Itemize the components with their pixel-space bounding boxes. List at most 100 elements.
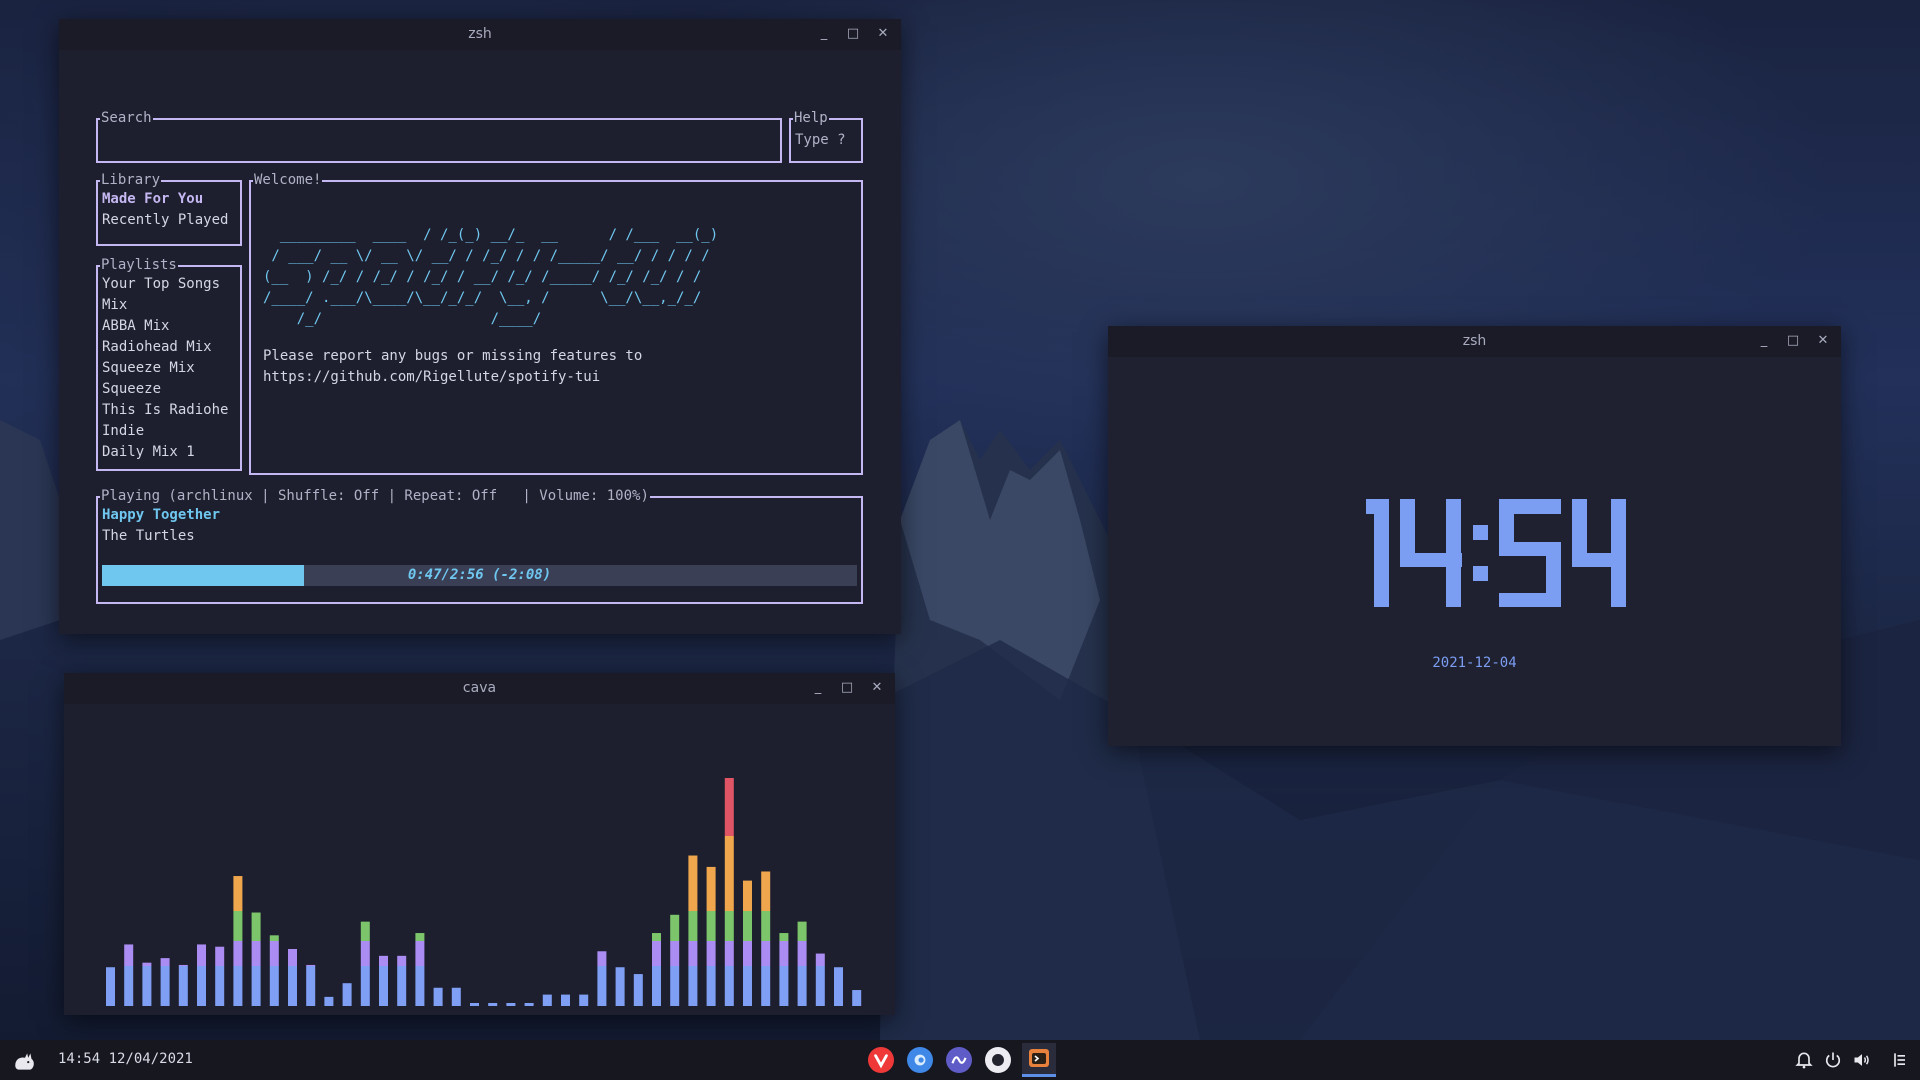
visualizer-bar: [542, 994, 552, 1006]
search-box[interactable]: Search: [96, 110, 782, 163]
app-purple-icon[interactable]: [946, 1047, 972, 1073]
visualizer-bar: [633, 974, 643, 1006]
visualizer-bar: [797, 921, 807, 1006]
progress-time: 0:47/2:56 (-2:08): [407, 567, 552, 583]
visualizer-bar: [761, 871, 771, 1006]
close-button[interactable]: ✕: [1812, 330, 1834, 352]
playlist-item[interactable]: ABBA Mix: [102, 316, 169, 337]
visualizer-bar: [688, 855, 698, 1006]
clock-time: [1366, 499, 1626, 607]
vivaldi-icon[interactable]: [868, 1047, 894, 1073]
visualizer-bar: [160, 958, 170, 1006]
visualizer-bar: [506, 1003, 516, 1006]
visualizer-bar: [743, 880, 752, 1006]
app-record-icon[interactable]: [985, 1047, 1011, 1073]
minimize-button[interactable]: _: [807, 677, 829, 699]
window-title: zsh: [1462, 333, 1487, 349]
playing-status-label: Playing (archlinux | Shuffle: Off | Repe…: [100, 488, 650, 504]
titlebar[interactable]: zsh _ □ ✕: [1108, 326, 1841, 357]
visualizer-bar: [142, 962, 152, 1006]
visualizer-bar: [106, 967, 115, 1006]
welcome-label: Welcome!: [253, 172, 323, 188]
ascii-logo-line: (__ ) /_/ / /_/ / /_/ / __/ /_/ /_____/ …: [263, 269, 702, 285]
terminal-icon[interactable]: [1022, 1043, 1056, 1077]
taskbar: 14:54 12/04/2021: [0, 1040, 1920, 1080]
bell-icon[interactable]: [1794, 1050, 1814, 1070]
help-box[interactable]: Help Type ?: [789, 110, 863, 163]
close-button[interactable]: ✕: [866, 677, 888, 699]
visualizer-bar: [470, 1003, 479, 1006]
visualizer-bar: [342, 983, 352, 1006]
playlists-label: Playlists: [100, 257, 178, 273]
visualizer-bar: [379, 955, 388, 1006]
audio-visualizer: [106, 778, 862, 1006]
visualizer-bar: [397, 955, 407, 1006]
visualizer-bar: [178, 964, 188, 1006]
power-icon[interactable]: [1823, 1050, 1843, 1070]
visualizer-bar: [197, 944, 206, 1006]
window-title: cava: [462, 680, 497, 696]
repo-link[interactable]: https://github.com/Rigellute/spotify-tui: [263, 367, 600, 388]
library-item-made-for-you[interactable]: Made For You: [102, 189, 203, 210]
maximize-button[interactable]: □: [842, 23, 864, 45]
visualizer-bar: [251, 912, 261, 1006]
maximize-button[interactable]: □: [1782, 330, 1804, 352]
visualizer-bar: [233, 876, 243, 1006]
visualizer-bar: [670, 914, 680, 1006]
ascii-logo-line: /_/ /____/: [263, 311, 542, 327]
menu-icon[interactable]: [1890, 1050, 1910, 1070]
help-label: Help: [793, 110, 829, 126]
visualizer-bar: [433, 987, 443, 1006]
app-blue-icon[interactable]: [907, 1047, 933, 1073]
taskbar-clock[interactable]: 14:54 12/04/2021: [58, 1051, 193, 1067]
minimize-button[interactable]: _: [813, 23, 835, 45]
start-menu-icon[interactable]: [12, 1048, 38, 1074]
playlist-item[interactable]: Squeeze: [102, 379, 161, 400]
volume-icon[interactable]: [1852, 1050, 1872, 1070]
close-button[interactable]: ✕: [872, 23, 894, 45]
progress-bar[interactable]: 0:47/2:56 (-2:08): [102, 565, 857, 586]
track-artist: The Turtles: [102, 528, 195, 544]
visualizer-bar: [269, 935, 279, 1006]
playlist-item[interactable]: Mix: [102, 295, 127, 316]
playlist-item[interactable]: Indie: [102, 421, 144, 442]
titlebar[interactable]: zsh _ □ ✕: [59, 19, 901, 50]
visualizer-bar: [288, 949, 297, 1006]
visualizer-bar: [306, 964, 316, 1006]
visualizer-bar: [724, 778, 734, 1006]
playlist-item[interactable]: Daily Mix 1: [102, 442, 195, 463]
terminal-body: Search Help Type ? Library Made For You …: [59, 50, 901, 634]
clock-body: 2021-12-04: [1108, 357, 1841, 746]
window-title: zsh: [468, 26, 492, 42]
playlist-item[interactable]: Your Top Songs: [102, 274, 220, 295]
visualizer-bar: [360, 921, 370, 1006]
visualizer-bar: [561, 994, 570, 1006]
visualizer-bar: [706, 866, 716, 1006]
visualizer-bar: [324, 996, 334, 1006]
playlist-item[interactable]: Radiohead Mix: [102, 337, 212, 358]
cava-window: cava _ □ ✕: [64, 673, 895, 1015]
playlists-box: Playlists Your Top Songs Mix ABBA Mix Ra…: [96, 257, 242, 471]
playlist-item[interactable]: Squeeze Mix: [102, 358, 195, 379]
ascii-logo-line: / ___/ __ \/ __ \/ __/ / /_/ / / /_____/…: [263, 248, 710, 264]
visualizer-bar: [579, 994, 589, 1006]
minimize-button[interactable]: _: [1753, 330, 1775, 352]
visualizer-bar: [652, 933, 661, 1006]
visualizer-bar: [451, 987, 461, 1006]
help-text: Type ?: [795, 132, 846, 148]
titlebar[interactable]: cava _ □ ✕: [64, 673, 895, 704]
library-item-recently-played[interactable]: Recently Played: [102, 210, 228, 231]
ascii-logo-line: _________ ____ / /_(_) __/_ __ / /___ __…: [263, 227, 719, 243]
playlist-item[interactable]: This Is Radiohe: [102, 400, 228, 421]
library-box: Library Made For You Recently Played: [96, 172, 242, 246]
search-label: Search: [100, 110, 153, 126]
library-label: Library: [100, 172, 162, 188]
visualizer-bar: [834, 967, 843, 1006]
visualizer-bar: [488, 1003, 498, 1006]
visualizer-bar: [597, 951, 607, 1006]
welcome-message: Please report any bugs or missing featur…: [263, 348, 643, 364]
visualizer-bar: [124, 944, 134, 1006]
clock-date: 2021-12-04: [1432, 655, 1517, 671]
spotify-terminal-window: zsh _ □ ✕ Search Help Type ? Library Mad…: [59, 19, 901, 634]
maximize-button[interactable]: □: [836, 677, 858, 699]
